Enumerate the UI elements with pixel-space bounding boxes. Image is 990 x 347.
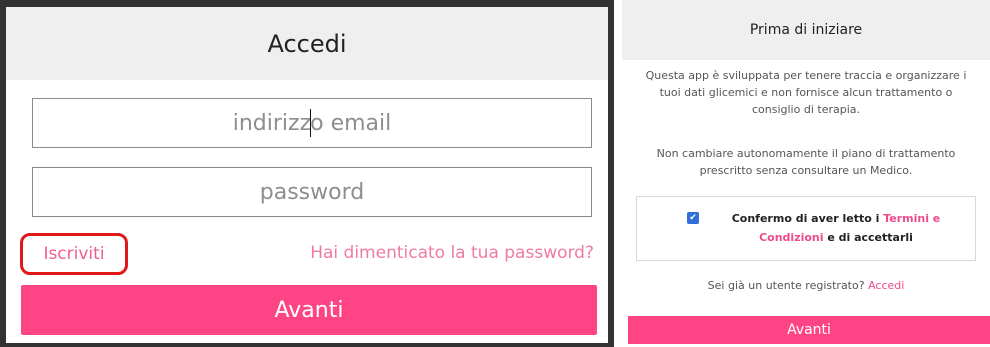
disclaimer-submit-label: Avanti: [787, 322, 831, 338]
registered-user-line: Sei già un utente registrato? Accedi: [622, 279, 990, 292]
checkmark-icon: ✔: [689, 213, 697, 223]
login-title: Accedi: [267, 29, 347, 58]
login-header: Accedi: [6, 7, 608, 80]
login-card: Accedi indirizz o email password Iscrivit…: [6, 7, 608, 343]
registered-text: Sei già un utente registrato?: [707, 279, 869, 292]
login-screen: Accedi indirizz o email password Iscrivit…: [0, 0, 614, 347]
signup-link[interactable]: Iscriviti: [20, 233, 128, 275]
login-link[interactable]: Accedi: [868, 279, 904, 292]
login-submit-label: Avanti: [274, 297, 344, 323]
consent-checkbox[interactable]: ✔: [687, 212, 699, 224]
disclaimer-paragraph-2: Non cambiare autonomamente il piano di t…: [656, 147, 956, 177]
disclaimer-screen: Prima di iniziare Questa app è sviluppat…: [622, 0, 990, 347]
password-placeholder: password: [259, 179, 365, 205]
signup-link-label: Iscriviti: [43, 244, 105, 264]
disclaimer-submit-button[interactable]: Avanti: [628, 316, 990, 344]
email-placeholder-part1: indirizz: [232, 110, 312, 136]
email-placeholder-part2: o email: [310, 110, 392, 136]
email-input[interactable]: indirizz o email: [32, 98, 592, 148]
password-input[interactable]: password: [32, 167, 592, 217]
disclaimer-paragraph-1: Questa app è sviluppata per tenere tracc…: [645, 69, 967, 116]
login-submit-button[interactable]: Avanti: [21, 285, 597, 335]
consent-text-before: Confermo di aver letto i: [731, 212, 884, 225]
disclaimer-header: Prima di iniziare: [622, 0, 990, 60]
forgot-password-link[interactable]: Hai dimenticato la tua password?: [310, 243, 594, 263]
consent-text: Confermo di aver letto i Termini e Condi…: [705, 209, 967, 247]
disclaimer-title: Prima di iniziare: [749, 22, 863, 38]
consent-box: ✔ Confermo di aver letto i Termini e Con…: [636, 196, 976, 261]
consent-text-after: e di accettarli: [823, 231, 913, 244]
